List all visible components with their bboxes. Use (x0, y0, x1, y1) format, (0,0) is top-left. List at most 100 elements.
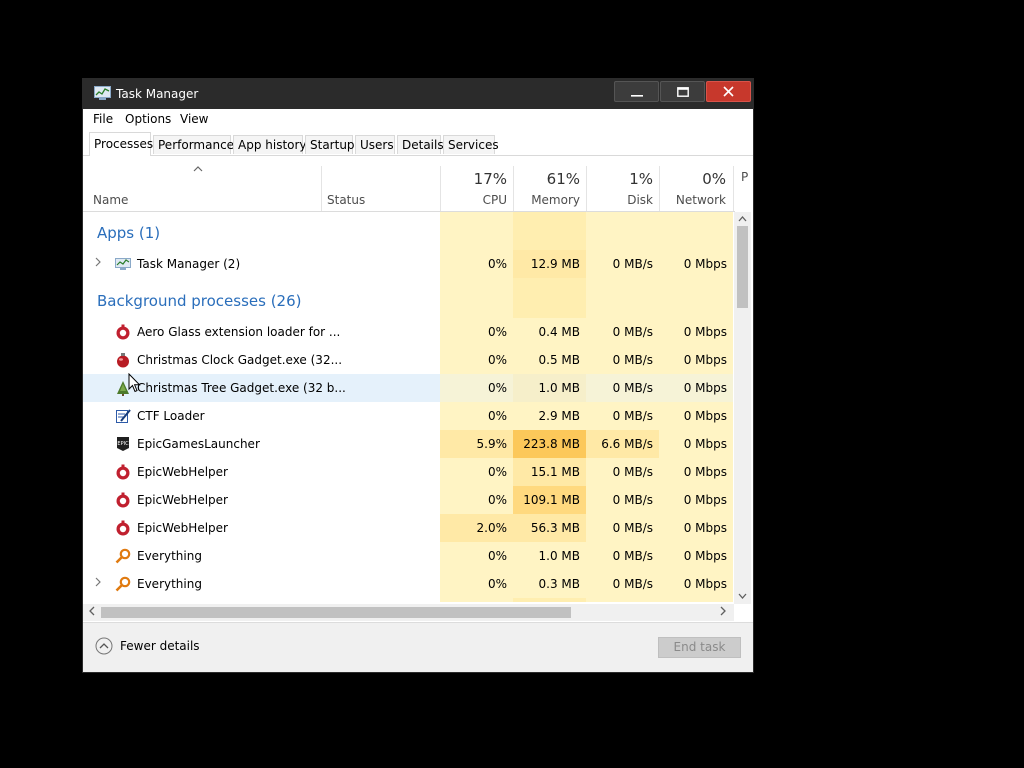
process-list[interactable]: Apps (1) Task Manager (2) 0% 12.9 MB 0 MB/s 0… (83, 212, 733, 602)
menu-options[interactable]: Options (125, 112, 171, 126)
column-power-stub[interactable]: P (741, 170, 748, 184)
tab-users[interactable]: Users (355, 135, 395, 154)
epic-web-helper-icon (115, 520, 131, 536)
disk-value: 0 MB/s (586, 346, 659, 374)
mouse-cursor-icon (128, 373, 141, 393)
horizontal-scroll-thumb[interactable] (101, 607, 571, 618)
close-button[interactable] (706, 81, 751, 102)
close-icon (723, 86, 734, 97)
process-row[interactable]: Christmas Tree Gadget.exe (32 b... 0% 1.0 … (83, 374, 733, 402)
network-value: 0 Mbps (659, 486, 733, 514)
everything-search-icon (115, 548, 131, 564)
process-row[interactable]: Task Manager (2) 0% 12.9 MB 0 MB/s 0 Mbps (83, 250, 733, 278)
network-total: 0% (702, 170, 726, 188)
column-status[interactable]: Status (327, 193, 365, 207)
column-divider[interactable] (733, 166, 734, 211)
task-manager-app-icon (94, 86, 111, 100)
aero-glass-icon (115, 324, 131, 340)
process-row[interactable]: Aero Glass extension loader for ... 0% 0.4… (83, 318, 733, 346)
process-row[interactable]: Everything 0% 0.3 MB 0 MB/s 0 Mbps (83, 570, 733, 598)
expand-chevron-icon[interactable] (95, 577, 101, 587)
memory-value: 56.3 MB (513, 514, 586, 542)
group-title: Background processes (26) (97, 292, 302, 310)
chevron-up-circle-icon[interactable] (95, 637, 113, 655)
network-value: 0 Mbps (659, 346, 733, 374)
memory-value: 1.0 MB (513, 374, 586, 402)
disk-value: 0 MB/s (586, 458, 659, 486)
column-memory[interactable]: Memory (514, 193, 580, 207)
title-bar[interactable]: Task Manager (83, 79, 753, 109)
footer: Fewer details End task (83, 622, 753, 672)
epic-web-helper-icon (115, 464, 131, 480)
everything-search-icon (115, 576, 131, 592)
column-network[interactable]: Network (660, 193, 726, 207)
process-name: Everything (137, 549, 202, 563)
network-value: 0 Mbps (659, 542, 733, 570)
network-value: 0 Mbps (659, 458, 733, 486)
cpu-value: 5.9% (440, 430, 513, 458)
column-cpu[interactable]: CPU (441, 193, 507, 207)
cpu-value: 0% (440, 250, 513, 278)
disk-value: 0 MB/s (586, 570, 659, 598)
vertical-scrollbar[interactable] (734, 212, 751, 604)
tab-details[interactable]: Details (397, 135, 444, 154)
process-row[interactable]: CTF Loader 0% 2.9 MB 0 MB/s 0 Mbps (83, 402, 733, 430)
maximize-button[interactable] (660, 81, 705, 102)
process-name: Christmas Tree Gadget.exe (32 b... (137, 381, 346, 395)
tab-services[interactable]: Services (443, 135, 499, 154)
cpu-value: 0% (440, 402, 513, 430)
process-row[interactable]: EpicWebHelper 0% 109.1 MB 0 MB/s 0 Mbps (83, 486, 733, 514)
disk-total: 1% (629, 170, 653, 188)
minimize-icon (630, 94, 643, 97)
memory-value: 0.3 MB (513, 570, 586, 598)
memory-value: 1.0 MB (513, 542, 586, 570)
menu-file[interactable]: File (93, 112, 113, 126)
sort-ascending-icon[interactable] (193, 166, 203, 172)
task-manager-icon (115, 256, 131, 272)
process-name: Christmas Clock Gadget.exe (32... (137, 353, 343, 367)
cpu-value: 0% (440, 570, 513, 598)
memory-value: 2.9 MB (513, 402, 586, 430)
memory-value: 223.8 MB (513, 430, 586, 458)
memory-value: 0.4 MB (513, 318, 586, 346)
minimize-button[interactable] (614, 81, 659, 102)
disk-value: 6.6 MB/s (586, 430, 659, 458)
process-row[interactable]: Everything 0% 1.0 MB 0 MB/s 0 Mbps (83, 542, 733, 570)
memory-value: 0.5 MB (513, 346, 586, 374)
cpu-value: 0% (440, 318, 513, 346)
tab-performance[interactable]: Performance (153, 135, 234, 154)
memory-total: 61% (546, 170, 580, 188)
fewer-details-link[interactable]: Fewer details (120, 639, 200, 653)
process-row[interactable]: Christmas Clock Gadget.exe (32... 0% 0.5 M… (83, 346, 733, 374)
process-row[interactable]: EPIC EpicGamesLauncher 5.9% 223.8 MB 6.6 MB/… (83, 430, 733, 458)
menu-bar: File Options View (83, 109, 753, 129)
process-row[interactable]: EpicWebHelper 2.0% 56.3 MB 0 MB/s 0 Mbps (83, 514, 733, 542)
expand-chevron-icon[interactable] (95, 257, 101, 267)
tab-app-history[interactable]: App history (233, 135, 307, 154)
tab-startup[interactable]: Startup (305, 135, 355, 154)
column-divider[interactable] (321, 166, 322, 211)
scroll-down-icon[interactable] (738, 593, 747, 599)
scroll-left-icon[interactable] (89, 606, 95, 616)
scroll-up-icon[interactable] (738, 216, 747, 222)
task-manager-window: Task Manager File Options View Processes… (82, 78, 754, 673)
vertical-scroll-thumb[interactable] (737, 226, 748, 308)
column-header: Name Status 17% CPU 61% Memory 1% Disk 0… (83, 156, 748, 212)
column-disk[interactable]: Disk (587, 193, 653, 207)
process-name: EpicGamesLauncher (137, 437, 260, 451)
cpu-value: 0% (440, 346, 513, 374)
ornament-icon (115, 352, 131, 368)
end-task-button[interactable]: End task (658, 637, 741, 658)
scroll-right-icon[interactable] (720, 606, 726, 616)
process-name: Task Manager (2) (137, 257, 241, 271)
process-row[interactable]: EpicWebHelper 0% 15.1 MB 0 MB/s 0 Mbps (83, 458, 733, 486)
horizontal-scrollbar[interactable] (83, 604, 734, 621)
disk-value: 0 MB/s (586, 250, 659, 278)
tab-processes[interactable]: Processes (89, 132, 153, 156)
column-name[interactable]: Name (93, 193, 128, 207)
menu-view[interactable]: View (180, 112, 208, 126)
epic-web-helper-icon (115, 492, 131, 508)
memory-value: 15.1 MB (513, 458, 586, 486)
network-value: 0 Mbps (659, 318, 733, 346)
network-value: 0 Mbps (659, 250, 733, 278)
